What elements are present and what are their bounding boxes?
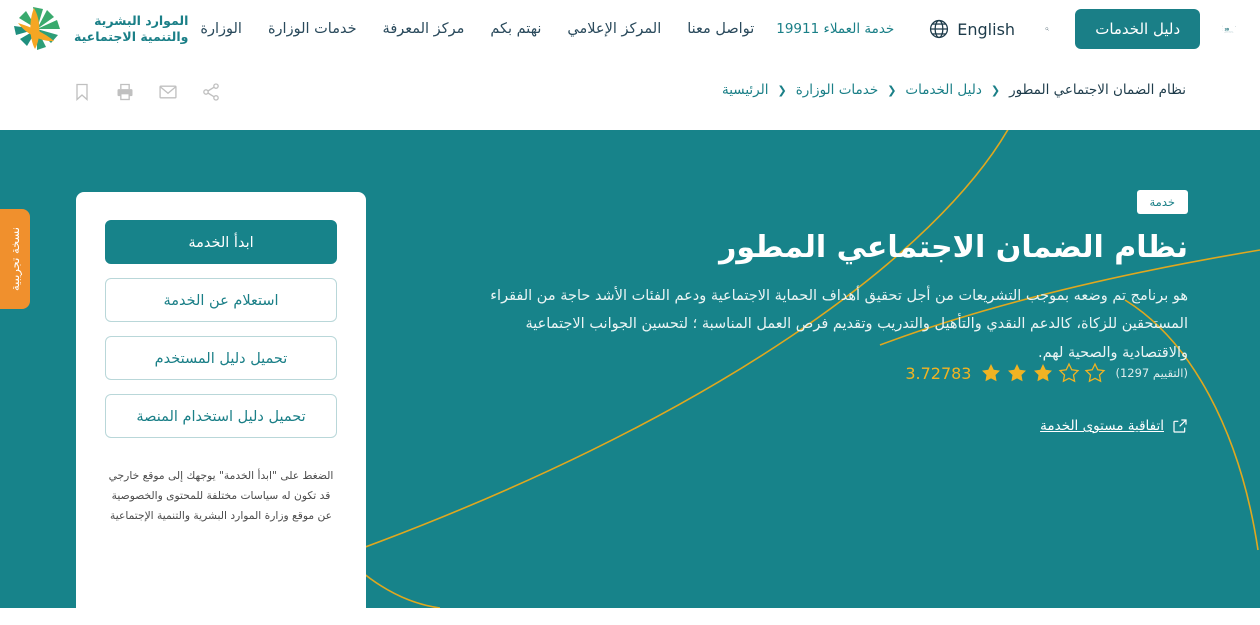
nav-knowledge-center[interactable]: مركز المعرفة xyxy=(383,21,465,37)
breadcrumb-item-home[interactable]: الرئيسية xyxy=(722,82,769,98)
breadcrumb-item-services-guide[interactable]: دليل الخدمات xyxy=(905,82,981,98)
nav-media-center[interactable]: المركز الإعلامي xyxy=(567,21,661,37)
ministry-logo-text: الموارد البشرية والتنمية الاجتماعية xyxy=(74,13,189,44)
start-service-button[interactable]: ابدأ الخدمة xyxy=(105,220,337,264)
services-guide-button[interactable]: دليل الخدمات xyxy=(1075,9,1201,49)
rating-widget[interactable]: 3.72783 (التقييم 1297) xyxy=(905,362,1188,384)
svg-text:30: 30 xyxy=(1225,28,1230,32)
globe-icon xyxy=(930,19,949,39)
beta-version-tab[interactable]: نسخة تجريبية xyxy=(0,209,30,309)
star-filled-icon[interactable] xyxy=(1006,362,1028,384)
service-type-badge: خدمة xyxy=(1136,190,1188,214)
star-filled-icon[interactable] xyxy=(980,362,1002,384)
main-nav: الوزارة خدمات الوزارة مركز المعرفة نهتم … xyxy=(200,21,754,37)
external-link-icon xyxy=(1173,419,1187,433)
share-icon[interactable] xyxy=(201,82,221,102)
rating-value: 3.72783 xyxy=(905,363,972,383)
breadcrumb: الرئيسية ❮ خدمات الوزارة ❮ دليل الخدمات … xyxy=(722,82,1186,98)
nav-we-care[interactable]: نهتم بكم xyxy=(490,21,541,37)
svg-text:رؤية: رؤية xyxy=(1235,26,1236,28)
breadcrumb-bar: الرئيسية ❮ خدمات الوزارة ❮ دليل الخدمات … xyxy=(0,58,1260,130)
hero-section: خدمة نظام الضمان الاجتماعي المطور هو برن… xyxy=(0,130,1260,608)
download-user-guide-button[interactable]: تحميل دليل المستخدم xyxy=(105,336,337,380)
customer-service-number[interactable]: خدمة العملاء 19911 xyxy=(776,21,894,37)
external-site-disclaimer: الضغط على "ابدأ الخدمة" يوجهك إلى موقع خ… xyxy=(108,469,334,522)
service-description: هو برنامج تم وضعه بموجب التشريعات من أجل… xyxy=(490,288,1188,361)
ministry-logo[interactable]: الموارد البشرية والتنمية الاجتماعية xyxy=(6,6,188,52)
star-outline-icon[interactable] xyxy=(1058,362,1080,384)
beta-version-label: نسخة تجريبية xyxy=(8,227,22,291)
page-root: الموارد البشرية والتنمية الاجتماعية الوز… xyxy=(0,0,1260,625)
top-navigation-bar: الموارد البشرية والتنمية الاجتماعية الوز… xyxy=(0,0,1260,58)
star-outline-icon[interactable] xyxy=(1084,362,1106,384)
breadcrumb-separator-icon: ❮ xyxy=(990,83,1001,97)
vision-2030-logo[interactable]: رؤية VISION 2 30 المملكة العربية السعودي… xyxy=(1222,7,1236,51)
search-icon[interactable] xyxy=(1045,17,1049,41)
service-actions-card: ابدأ الخدمة استعلام عن الخدمة تحميل دليل… xyxy=(76,192,366,608)
inquire-service-button[interactable]: استعلام عن الخدمة xyxy=(105,278,337,322)
breadcrumb-item-current: نظام الضمان الاجتماعي المطور xyxy=(1009,82,1186,98)
download-platform-guide-button[interactable]: تحميل دليل استخدام المنصة xyxy=(105,394,337,438)
nav-ministry[interactable]: الوزارة xyxy=(200,21,242,37)
sla-link-label: اتفاقية مستوى الخدمة xyxy=(1040,418,1164,434)
print-icon[interactable] xyxy=(115,82,135,102)
star-filled-icon[interactable] xyxy=(1032,362,1054,384)
nav-contact-us[interactable]: تواصل معنا xyxy=(687,21,754,37)
nav-ministry-services[interactable]: خدمات الوزارة xyxy=(268,21,357,37)
breadcrumb-separator-icon: ❮ xyxy=(887,83,897,97)
sla-link[interactable]: اتفاقية مستوى الخدمة xyxy=(1040,418,1188,434)
language-label: English xyxy=(957,19,1016,39)
bookmark-icon[interactable] xyxy=(72,82,92,102)
rating-count-label: (التقييم 1297) xyxy=(1115,366,1188,380)
email-icon[interactable] xyxy=(158,82,178,102)
language-switcher[interactable]: English xyxy=(928,18,1015,40)
breadcrumb-item-ministry-services[interactable]: خدمات الوزارة xyxy=(796,82,878,98)
breadcrumb-separator-icon: ❮ xyxy=(777,83,787,97)
ministry-sunburst-logo xyxy=(14,7,60,50)
rating-stars[interactable] xyxy=(980,362,1106,384)
page-actions xyxy=(72,82,221,102)
page-title: نظام الضمان الاجتماعي المطور xyxy=(719,230,1188,265)
